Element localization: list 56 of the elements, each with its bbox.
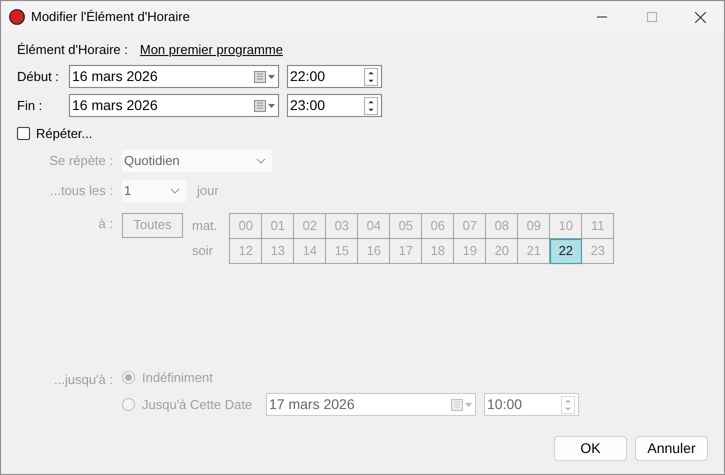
hour-cell[interactable]: 11 bbox=[582, 214, 614, 238]
morning-label: mat. bbox=[192, 216, 218, 234]
hour-cell[interactable]: 02 bbox=[294, 214, 326, 238]
dialog-button[interactable]: OK bbox=[554, 436, 627, 461]
end-time-field[interactable]: 23:00 bbox=[287, 94, 382, 117]
hour-cell[interactable]: 20 bbox=[486, 238, 518, 264]
program-link[interactable]: Mon premier programme bbox=[140, 40, 283, 60]
evening-label: soir bbox=[192, 242, 214, 260]
hour-cell[interactable]: 22 bbox=[550, 238, 582, 264]
hour-cell[interactable]: 07 bbox=[454, 214, 486, 238]
all-hours-button[interactable]: Toutes bbox=[122, 212, 183, 238]
window-title: Modifier l'Élément d'Horaire bbox=[31, 8, 190, 26]
end-label: Fin : bbox=[17, 96, 44, 115]
hour-cell[interactable]: 23 bbox=[582, 238, 614, 264]
hour-cell[interactable]: 17 bbox=[390, 238, 422, 264]
hour-cell[interactable]: 04 bbox=[358, 214, 390, 238]
until-radio[interactable]: Jusqu'à Cette Date bbox=[122, 394, 256, 414]
hour-cell[interactable]: 00 bbox=[230, 214, 262, 238]
close-icon[interactable] bbox=[695, 12, 706, 22]
end-date-field[interactable]: 16 mars 2026 bbox=[69, 94, 279, 117]
interval-unit: jour bbox=[197, 182, 219, 200]
hour-cell[interactable]: 12 bbox=[230, 238, 262, 264]
frequency-dropdown[interactable]: Quotidien bbox=[122, 150, 272, 172]
until-radio[interactable]: Indéfiniment bbox=[122, 368, 256, 387]
hour-cell[interactable]: 03 bbox=[326, 214, 358, 238]
hour-cell[interactable]: 05 bbox=[390, 214, 422, 238]
calendar-dropdown-icon[interactable] bbox=[254, 70, 276, 82]
app-icon bbox=[9, 9, 25, 25]
hour-cell[interactable]: 08 bbox=[486, 214, 518, 238]
chevron-down-icon bbox=[170, 188, 180, 194]
hour-cell[interactable]: 18 bbox=[422, 238, 454, 264]
hour-cell[interactable]: 16 bbox=[358, 238, 390, 264]
start-label: Début : bbox=[17, 68, 60, 86]
until-time-field[interactable]: 10:00 bbox=[484, 393, 579, 416]
interval-dropdown[interactable]: 1 bbox=[122, 180, 186, 202]
field-label: Se répète : bbox=[48, 152, 113, 170]
field-label: ...jusqu'à : bbox=[53, 370, 113, 389]
hour-cell[interactable]: 19 bbox=[454, 238, 486, 264]
start-date-field[interactable]: 16 mars 2026 bbox=[69, 65, 279, 88]
item-label: Élément d'Horaire : bbox=[17, 41, 128, 60]
chevron-down-icon bbox=[256, 158, 266, 164]
repeat-checkbox[interactable]: Répéter... bbox=[17, 124, 92, 144]
start-time-field[interactable]: 22:00 bbox=[287, 65, 382, 88]
spin-buttons[interactable] bbox=[364, 68, 378, 86]
spin-buttons[interactable] bbox=[364, 96, 378, 114]
hour-cell[interactable]: 06 bbox=[422, 214, 454, 238]
field-label: ...tous les : bbox=[49, 182, 113, 200]
hour-cell[interactable]: 14 bbox=[294, 238, 326, 264]
until-date-field[interactable]: 17 mars 2026 bbox=[266, 393, 476, 416]
hour-cell[interactable]: 01 bbox=[262, 214, 294, 238]
hour-cell[interactable]: 13 bbox=[262, 238, 294, 264]
hour-cell[interactable]: 15 bbox=[326, 238, 358, 264]
dialog-button[interactable]: Annuler bbox=[635, 436, 708, 461]
field-label: à : bbox=[98, 214, 113, 232]
hour-cell[interactable]: 09 bbox=[518, 214, 550, 238]
calendar-dropdown-icon[interactable] bbox=[254, 100, 276, 112]
